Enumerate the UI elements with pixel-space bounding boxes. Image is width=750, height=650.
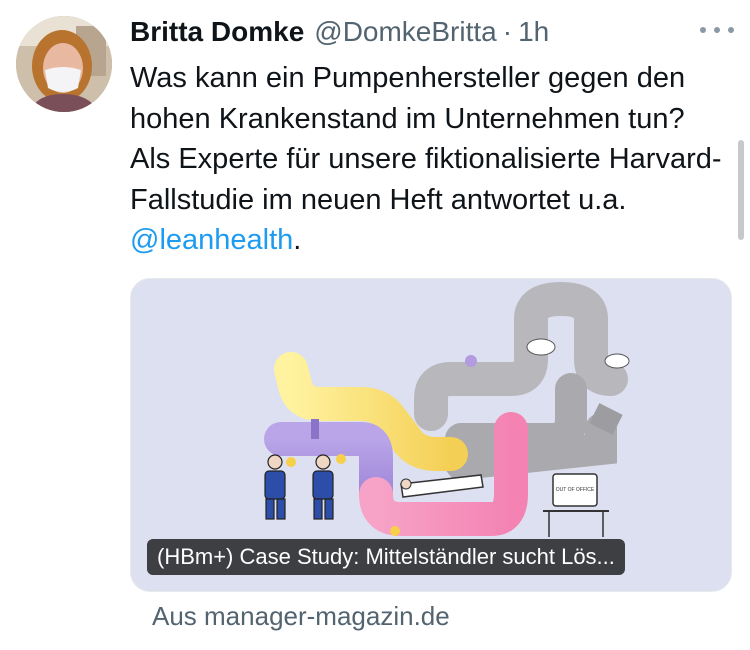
more-dot — [714, 27, 720, 33]
card-source[interactable]: Aus manager-magazin.de — [152, 601, 450, 632]
tweet-body: Was kann ein Pumpenhersteller gegen den … — [130, 62, 722, 216]
more-horizontal-icon[interactable] — [700, 20, 734, 40]
separator: · — [502, 16, 513, 47]
out-of-office-sign: OUT OF OFFICE — [556, 487, 595, 493]
more-dot — [728, 27, 734, 33]
avatar-photo — [16, 16, 112, 112]
author-name[interactable]: Britta Domke — [130, 16, 304, 48]
timestamp[interactable]: 1h — [518, 16, 549, 48]
author-avatar[interactable] — [16, 16, 112, 112]
tweet-text: Was kann ein Pumpenhersteller gegen den … — [130, 58, 730, 261]
author-handle[interactable]: @DomkeBritta — [314, 16, 496, 48]
scrollbar[interactable] — [738, 140, 744, 240]
more-dot — [700, 27, 706, 33]
tweet-text-end: . — [293, 224, 302, 256]
link-card[interactable]: OUT OF OFFICE (HBm+) Case Study: Mittels… — [130, 278, 732, 592]
card-title[interactable]: (HBm+) Case Study: Mittelständler sucht … — [147, 539, 625, 575]
tweet-header: Britta Domke @DomkeBritta · 1h — [130, 14, 730, 50]
mention-link[interactable]: @leanhealth — [130, 224, 293, 256]
